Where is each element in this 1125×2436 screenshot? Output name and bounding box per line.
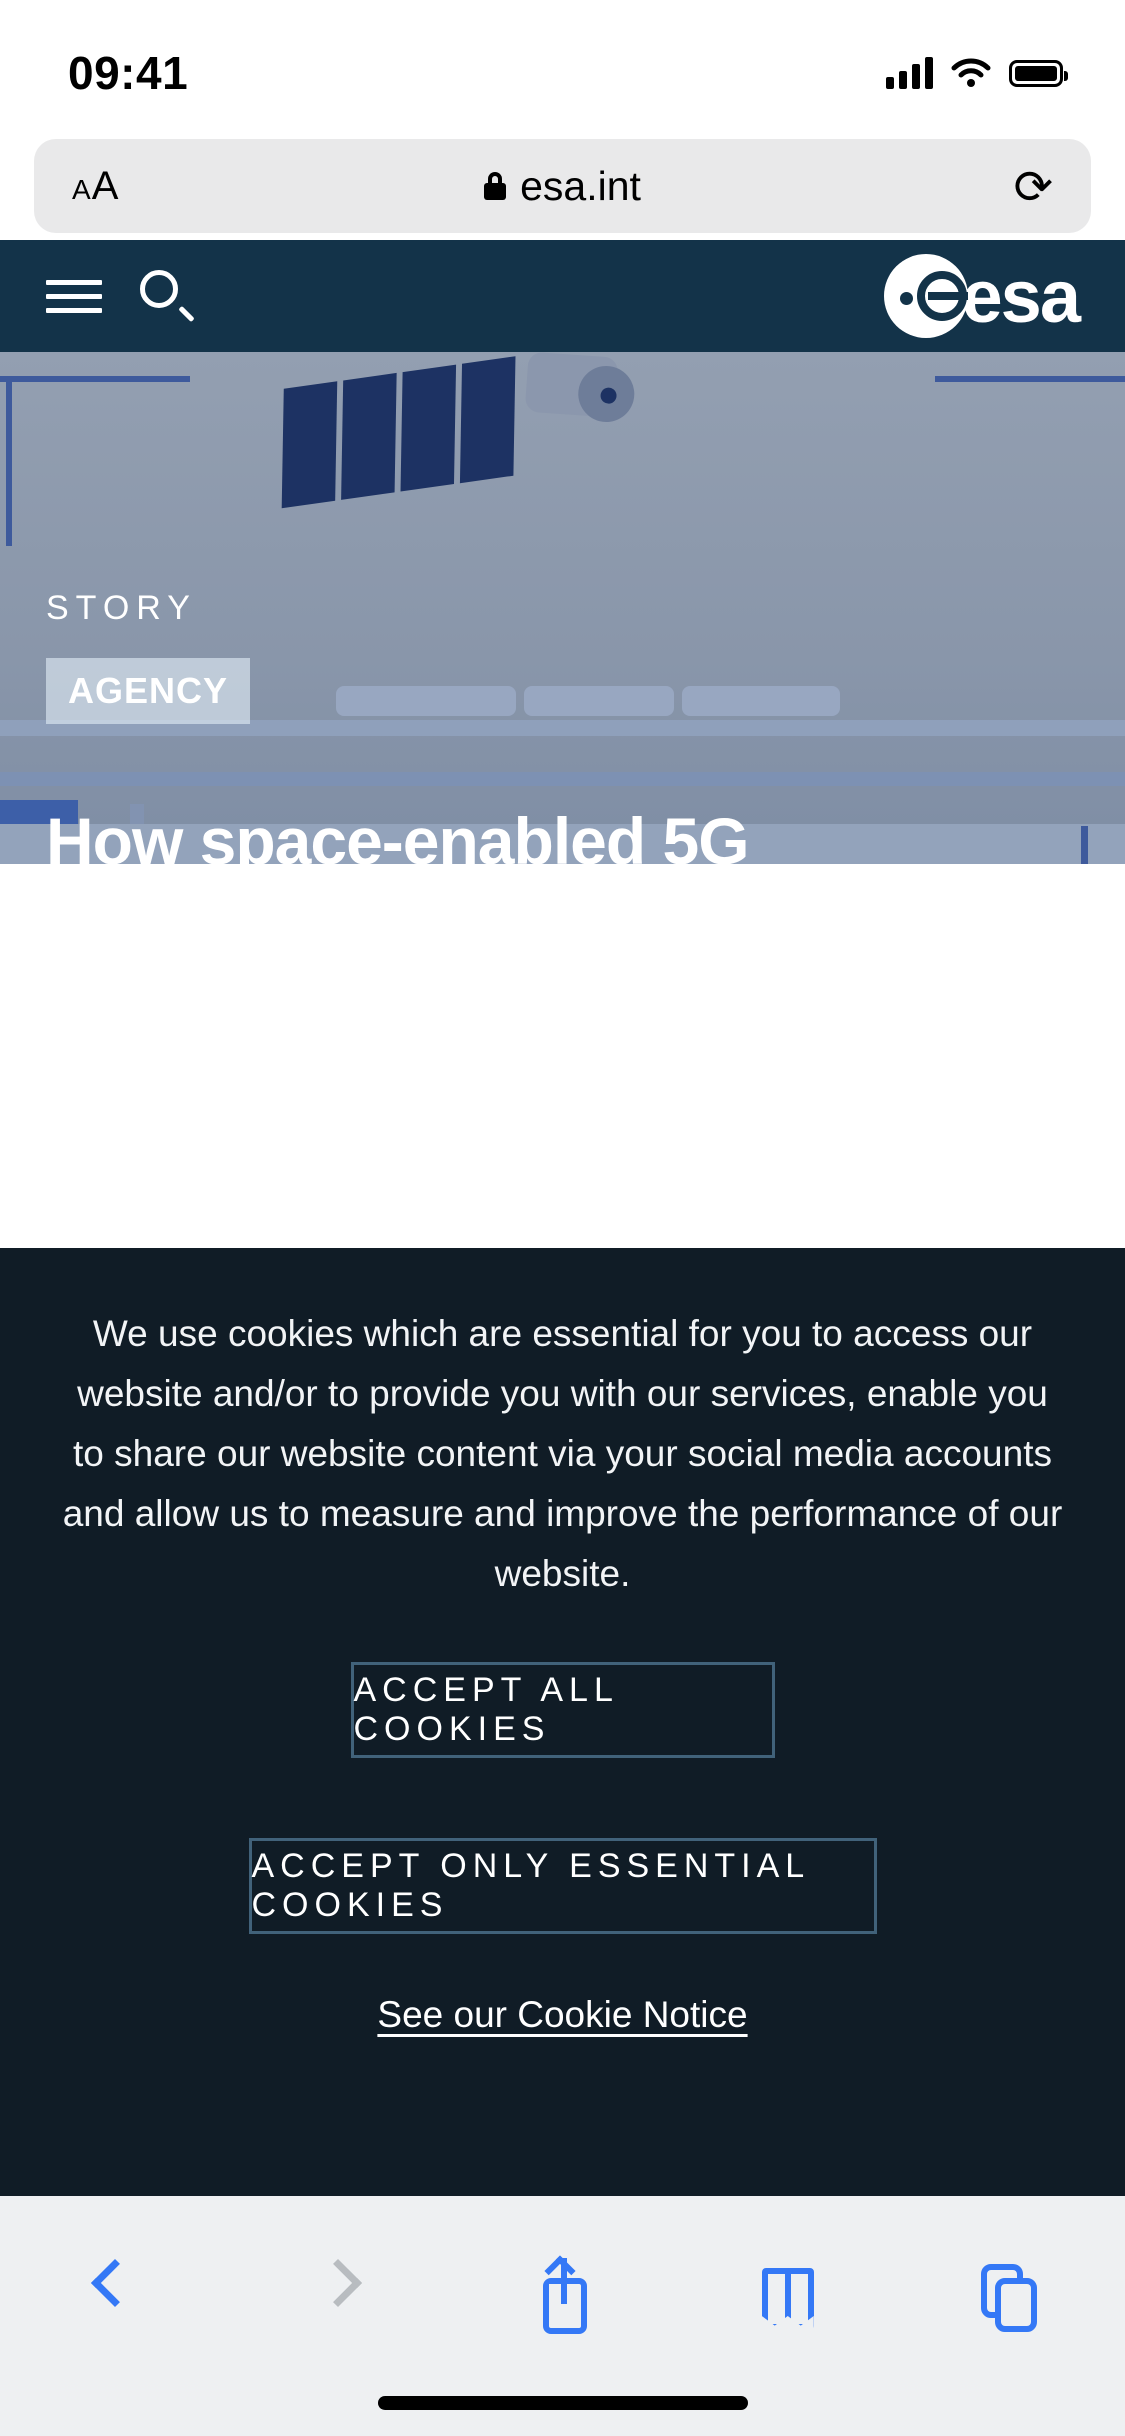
hero-rail-right — [935, 376, 1125, 382]
accept-all-cookies-button[interactable]: ACCEPT ALL COOKIES — [350, 1661, 775, 1758]
url-display: esa.int — [34, 163, 1091, 210]
battery-icon — [1009, 59, 1068, 87]
esa-logo-icon — [883, 254, 968, 338]
hero-bench — [524, 686, 674, 716]
back-chevron-icon[interactable] — [76, 2252, 156, 2338]
browser-url-bar-container: AA esa.int ⟳ — [0, 132, 1125, 240]
hero-bench — [682, 686, 840, 716]
status-bar-indicators — [886, 57, 1068, 89]
cookie-banner-text: We use cookies which are essential for y… — [62, 1313, 1063, 1594]
hero-rail-left — [6, 376, 12, 546]
bookmarks-icon[interactable] — [746, 2252, 826, 2338]
cookie-banner: We use cookies which are essential for y… — [0, 1248, 1125, 2196]
hero-rail-top — [0, 376, 190, 382]
site-header: esa — [0, 240, 1125, 352]
url-text: esa.int — [520, 162, 641, 209]
status-bar: 09:41 — [0, 0, 1125, 132]
forward-chevron-icon — [299, 2252, 379, 2338]
home-indicator — [377, 2396, 748, 2410]
hamburger-menu-icon[interactable] — [46, 271, 102, 322]
text-size-large-label: A — [91, 163, 119, 208]
accept-essential-cookies-button[interactable]: ACCEPT ONLY ESSENTIAL COOKIES — [248, 1837, 877, 1934]
lock-icon — [484, 172, 507, 200]
hero-tag-badge[interactable]: AGENCY — [46, 658, 251, 724]
reload-button[interactable]: ⟳ — [1014, 163, 1053, 210]
wifi-icon — [951, 58, 991, 87]
text-size-small-label: A — [72, 173, 91, 205]
esa-logo[interactable]: esa — [883, 254, 1081, 339]
cookie-notice-link[interactable]: See our Cookie Notice — [377, 1994, 747, 2036]
url-bar[interactable]: AA esa.int ⟳ — [34, 139, 1091, 233]
hero-bench — [336, 686, 516, 716]
hero-headline: How space-enabled 5G — [46, 803, 750, 864]
hero-kicker: STORY — [46, 589, 197, 627]
signal-bars-icon — [886, 57, 933, 89]
browser-bottom-toolbar — [0, 2196, 1125, 2436]
search-icon[interactable] — [138, 268, 195, 324]
status-bar-time: 09:41 — [68, 47, 189, 99]
hero-banner: STORY AGENCY How space-enabled 5G — [0, 352, 1125, 864]
share-icon[interactable] — [523, 2252, 603, 2338]
tabs-icon[interactable] — [969, 2252, 1049, 2338]
hero-ground-line-2 — [0, 772, 1125, 786]
esa-logo-text: esa — [961, 254, 1081, 338]
text-size-button[interactable]: AA — [72, 164, 118, 209]
